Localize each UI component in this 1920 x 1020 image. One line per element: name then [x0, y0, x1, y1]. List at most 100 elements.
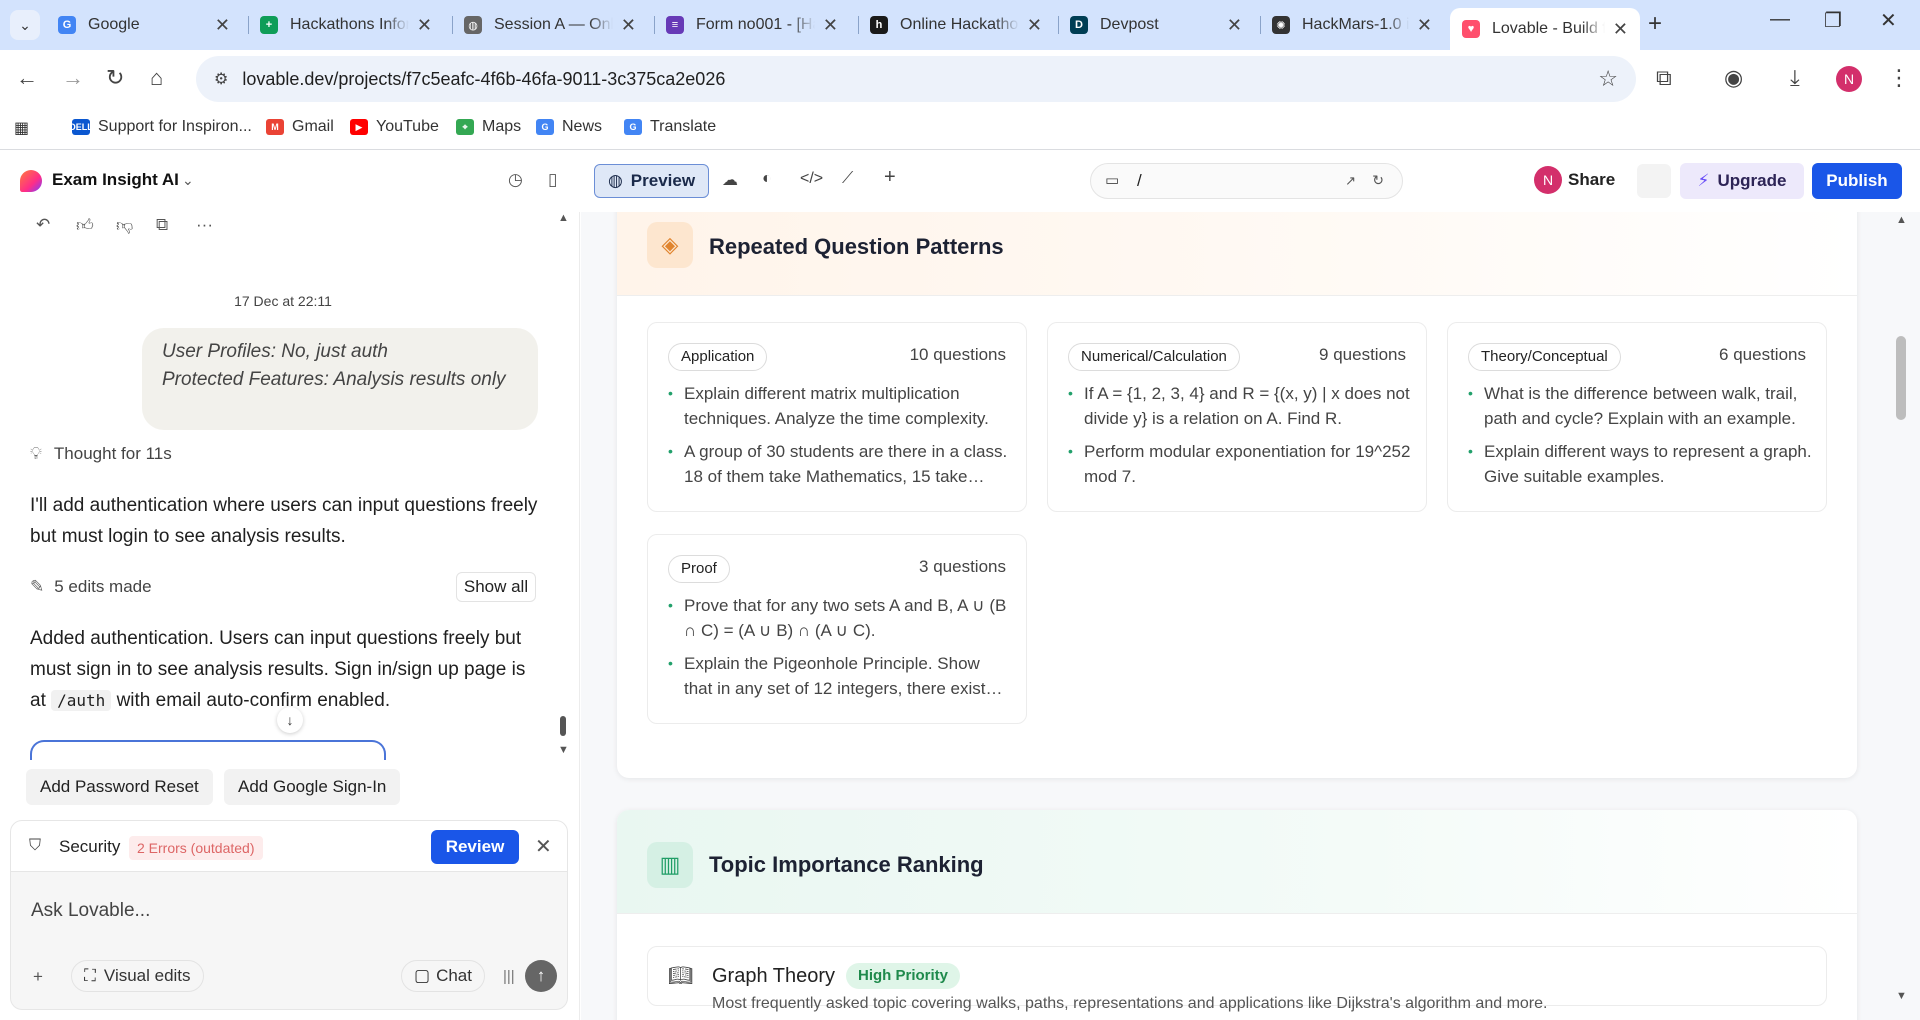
bookmark-item[interactable]: G News [536, 118, 602, 136]
minimize-icon[interactable]: — [1770, 8, 1790, 31]
reply-text: with email auto-confirm enabled. [111, 690, 391, 711]
share-button[interactable]: Share [1568, 170, 1615, 190]
topic-description: Most frequently asked topic covering wal… [712, 995, 1548, 1012]
pattern-question: Prove that for any two sets A and B, A ∪… [668, 593, 1012, 643]
restore-icon[interactable]: ❐ [1824, 8, 1842, 33]
placeholder-button[interactable] [1637, 164, 1671, 198]
preview-button[interactable]: ◍ Preview [594, 164, 709, 198]
route-path[interactable]: / [1137, 171, 1142, 191]
bookmark-item[interactable]: ▶ YouTube [350, 118, 439, 136]
thought-indicator[interactable]: 💡︎ Thought for 11s [30, 444, 172, 464]
close-tab-icon[interactable]: ✕ [1613, 19, 1628, 40]
reload-icon[interactable]: ↻ [106, 65, 124, 91]
review-button[interactable]: Review [431, 830, 519, 864]
route-code: /auth [51, 690, 112, 711]
omnibox[interactable]: ⚙ lovable.dev/projects/f7c5eafc-4f6b-46f… [196, 56, 1636, 102]
back-icon[interactable]: ← [16, 65, 38, 91]
url-text[interactable]: lovable.dev/projects/f7c5eafc-4f6b-46fa-… [242, 69, 725, 90]
open-external-icon[interactable]: ↗ [1345, 173, 1356, 189]
close-tab-icon[interactable]: ✕ [621, 15, 636, 36]
show-all-button[interactable]: Show all [456, 572, 536, 602]
browser-tab[interactable]: D Devpost ✕ [1058, 8, 1254, 42]
thumbs-down-icon[interactable]: 👎︎ [116, 215, 133, 236]
code-icon[interactable]: </> [800, 170, 823, 188]
voice-icon[interactable]: ||| [503, 968, 515, 985]
browser-tab[interactable]: ≡ Form no001 - [Hackathon] ✕ [654, 8, 850, 42]
collaborator-avatar[interactable]: N [1534, 166, 1562, 194]
patterns-title: Repeated Question Patterns [709, 234, 1004, 259]
forward-icon[interactable]: → [62, 65, 84, 91]
extensions-icon[interactable]: ⧉ [1656, 65, 1672, 91]
history-icon[interactable]: ◷ [508, 170, 523, 190]
download-icon[interactable]: ⤓ [1790, 65, 1800, 91]
close-tab-icon[interactable]: ✕ [1417, 15, 1432, 36]
device-icon[interactable]: ▭ [1105, 171, 1119, 189]
h-icon: h [870, 16, 888, 34]
screenshot-icon[interactable]: ◉ [1724, 65, 1743, 91]
suggestion-password-reset[interactable]: Add Password Reset [26, 769, 213, 805]
browser-tab[interactable]: ♥ Lovable - Build fast ✕ [1450, 8, 1640, 50]
shield-icon: ⛉ [29, 837, 42, 854]
preview-scroll-up[interactable]: ▲ [1896, 214, 1907, 226]
new-tab-button[interactable]: + [1648, 10, 1662, 38]
analytics-icon[interactable]: ⟋ [842, 170, 853, 188]
close-tab-icon[interactable]: ✕ [1227, 15, 1242, 36]
bookmark-item[interactable]: G Translate [624, 118, 716, 136]
upgrade-button[interactable]: ⚡ Upgrade [1680, 163, 1804, 199]
bookmark-label: Maps [482, 118, 522, 135]
lovable-logo[interactable] [20, 170, 42, 192]
chat-scrollbar[interactable] [560, 716, 566, 736]
pattern-tag: Application [668, 343, 768, 371]
cloud-icon[interactable]: ☁ [722, 170, 738, 190]
scroll-down-arrow[interactable]: ▼ [558, 744, 569, 756]
chevron-down-icon[interactable]: ⌄ [182, 172, 194, 189]
preview-scrollbar[interactable] [1896, 336, 1906, 420]
bookmark-item[interactable]: M Gmail [266, 118, 334, 136]
chat-mode-button[interactable]: ▢ Chat [401, 960, 485, 992]
route-path-bar[interactable]: ▭ / ↗ ↻ [1090, 163, 1403, 199]
close-window-icon[interactable]: ✕ [1880, 8, 1897, 33]
palette-icon[interactable]: ◐ [762, 170, 772, 188]
refresh-icon[interactable]: ↻ [1372, 172, 1384, 189]
thumbs-up-icon[interactable]: 👍︎ [76, 215, 94, 236]
close-tab-icon[interactable]: ✕ [215, 15, 230, 36]
file-edit-icon: ✎ [30, 577, 45, 596]
preview-scroll-down[interactable]: ▼ [1896, 990, 1907, 1002]
pattern-count: 6 questions [1719, 345, 1806, 364]
browser-tab[interactable]: ◍ Session A — Online ✕ [452, 8, 648, 42]
bookmark-item[interactable]: ⌖ Maps [456, 118, 521, 136]
chat-input[interactable]: Ask Lovable... [31, 900, 150, 922]
browser-tab[interactable]: G Google ✕ [46, 8, 242, 42]
suggestion-google-signin[interactable]: Add Google Sign-In [224, 769, 401, 805]
profile-avatar[interactable]: N [1836, 66, 1862, 92]
browser-tab[interactable]: + Hackathons Information ✕ [248, 8, 444, 42]
pattern-question-list: If A = {1, 2, 3, 4} and R = {(x, y) | x … [1068, 381, 1412, 497]
close-icon[interactable]: ✕ [535, 834, 552, 859]
project-name[interactable]: Exam Insight AI [52, 170, 179, 190]
bookmark-star-icon[interactable]: ☆ [1598, 66, 1618, 92]
scroll-to-bottom-button[interactable]: ↓ [277, 707, 303, 733]
attach-icon[interactable]: + [33, 967, 43, 987]
sidebar-toggle-icon[interactable]: ▯ [548, 170, 557, 190]
more-icon[interactable]: ··· [196, 215, 213, 235]
scroll-up-arrow[interactable]: ▲ [558, 212, 569, 224]
undo-icon[interactable]: ↶ [36, 215, 50, 235]
publish-button[interactable]: Publish [1812, 163, 1902, 199]
site-info-icon[interactable]: ⚙ [214, 69, 228, 89]
close-tab-icon[interactable]: ✕ [823, 15, 838, 36]
bookmark-item[interactable]: DELL Support for Inspiron... [69, 118, 252, 136]
tab-search-button[interactable]: ⌄ [10, 10, 40, 40]
topic-row[interactable]: 📖︎ Graph Theory High Priority Most frequ… [647, 946, 1827, 1012]
browser-tab[interactable]: ✺ HackMars-1.0 ideas ✕ [1260, 8, 1444, 42]
menu-icon[interactable]: ⋮ [1888, 65, 1910, 91]
close-tab-icon[interactable]: ✕ [417, 15, 432, 36]
home-icon[interactable]: ⌂ [150, 65, 163, 91]
close-tab-icon[interactable]: ✕ [1027, 15, 1042, 36]
add-tool-icon[interactable]: + [884, 166, 896, 189]
copy-icon[interactable]: ⧉ [156, 215, 168, 235]
send-button[interactable]: ↑ [525, 960, 557, 992]
browser-tab[interactable]: h Online Hackathons ✕ [858, 8, 1054, 42]
apps-grid-icon[interactable]: ▦ [14, 118, 29, 138]
visual-edits-button[interactable]: ⛶ Visual edits [71, 960, 204, 992]
version-card[interactable] [30, 740, 386, 760]
